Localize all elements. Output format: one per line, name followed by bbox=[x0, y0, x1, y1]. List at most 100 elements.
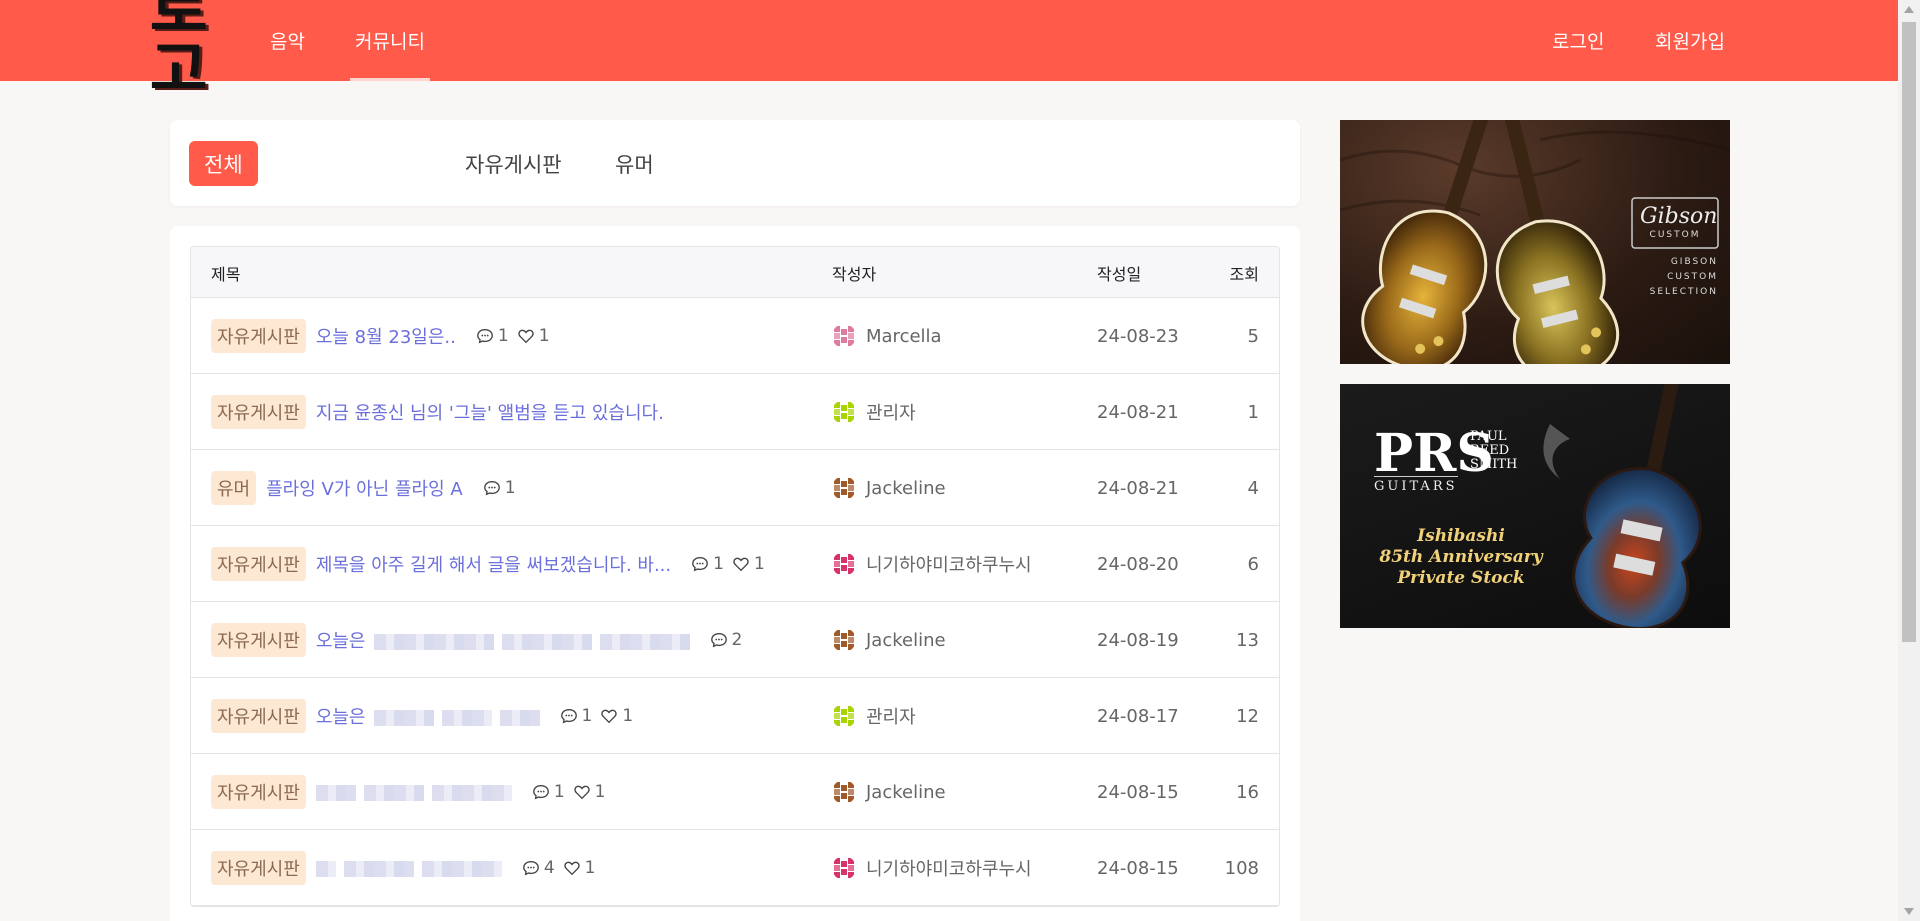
author-cell[interactable]: Jackeline bbox=[832, 450, 946, 526]
category-badge[interactable]: 자유게시판 bbox=[211, 775, 306, 809]
table-body: 자유게시판 오늘 8월 23일은.. 1 1 Marcella 24-08-23 5 자유게시… bbox=[191, 298, 1279, 906]
table-row[interactable]: 자유게시판 1 1 Jackeline 24-08-15 16 bbox=[191, 754, 1279, 830]
author-cell[interactable]: 니기하야미코하쿠누시 bbox=[832, 830, 1032, 906]
post-meta: 11 bbox=[532, 782, 614, 802]
author-name: 니기하야미코하쿠누시 bbox=[866, 555, 1032, 576]
author-cell[interactable]: Jackeline bbox=[832, 602, 946, 678]
comment-count: 1 bbox=[691, 554, 724, 574]
author-cell[interactable]: Marcella bbox=[832, 298, 942, 374]
table-row[interactable]: 유머 플라잉 V가 아닌 플라잉 A 1 Jackeline 24-08-21 4 bbox=[191, 450, 1279, 526]
redacted-text bbox=[343, 860, 414, 877]
post-title-cell: 자유게시판 1 1 bbox=[211, 754, 613, 830]
table-row[interactable]: 자유게시판 오늘은 1 1 관리자 24-08-17 12 bbox=[191, 678, 1279, 754]
post-title-link[interactable]: 제목을 아주 길게 해서 글을 써보겠습니다. 바... bbox=[316, 551, 671, 577]
views-cell: 5 bbox=[1247, 325, 1259, 347]
views-cell: 1 bbox=[1247, 401, 1259, 423]
gibson-ad-banner[interactable]: Gibson CUSTOM GIBSON CUSTOM SELECTION bbox=[1340, 120, 1730, 364]
category-badge[interactable]: 자유게시판 bbox=[211, 395, 306, 429]
date-cell: 24-08-17 bbox=[1097, 705, 1179, 727]
header-author: 작성자 bbox=[832, 264, 877, 284]
table-row[interactable]: 자유게시판 지금 윤종신 님의 '그늘' 앨범을 듣고 있습니다. 관리자 24-08… bbox=[191, 374, 1279, 450]
views-cell: 108 bbox=[1224, 857, 1259, 879]
tab-humor[interactable]: 유머 bbox=[615, 141, 654, 186]
date-cell: 24-08-23 bbox=[1097, 325, 1179, 347]
comment-count: 1 bbox=[560, 706, 592, 726]
post-meta: 1 bbox=[483, 478, 524, 498]
gibson-selection-text: GIBSON CUSTOM SELECTION bbox=[1649, 257, 1718, 297]
redacted-text bbox=[421, 860, 502, 877]
post-title-cell: 유머 플라잉 V가 아닌 플라잉 A 1 bbox=[211, 450, 524, 526]
views-cell: 13 bbox=[1236, 629, 1259, 651]
signup-link[interactable]: 회원가입 bbox=[1655, 0, 1725, 81]
author-cell[interactable]: Jackeline bbox=[832, 754, 946, 830]
table-row[interactable]: 자유게시판 오늘은 2 Jackeline 24-08-19 13 bbox=[191, 602, 1279, 678]
scroll-up-arrow[interactable] bbox=[1904, 6, 1914, 13]
post-title-link[interactable]: 오늘은 bbox=[316, 627, 690, 653]
login-link[interactable]: 로그인 bbox=[1552, 0, 1604, 81]
tab-all[interactable]: 전체 bbox=[189, 141, 258, 186]
post-title-link[interactable]: 지금 윤종신 님의 '그늘' 앨범을 듣고 있습니다. bbox=[316, 399, 664, 425]
author-avatar bbox=[834, 326, 854, 346]
date-cell: 24-08-21 bbox=[1097, 401, 1179, 423]
views-cell: 12 bbox=[1236, 705, 1259, 727]
site-logo[interactable]: 로고 bbox=[150, 0, 242, 100]
post-title-cell: 자유게시판 오늘은 2 bbox=[211, 602, 750, 678]
post-title-cell: 자유게시판 제목을 아주 길게 해서 글을 써보겠습니다. 바... 1 1 bbox=[211, 526, 773, 602]
post-meta: 11 bbox=[476, 326, 558, 346]
date-cell: 24-08-20 bbox=[1097, 553, 1179, 575]
scroll-down-arrow[interactable] bbox=[1904, 908, 1914, 915]
author-avatar bbox=[834, 478, 854, 498]
comment-icon bbox=[522, 861, 539, 876]
comment-count: 4 bbox=[522, 858, 555, 878]
gibson-ad-image bbox=[1340, 120, 1730, 364]
board-tabs: 전체 자유게시판 유머 bbox=[170, 120, 1300, 206]
category-badge[interactable]: 유머 bbox=[211, 471, 257, 505]
prs-ad-banner[interactable]: PRS PAUL REED SMITH GUITARS Ishibashi 85… bbox=[1340, 384, 1730, 628]
date-cell: 24-08-19 bbox=[1097, 629, 1179, 651]
post-title-cell: 자유게시판 지금 윤종신 님의 '그늘' 앨범을 듣고 있습니다. bbox=[211, 374, 664, 450]
like-count: 1 bbox=[573, 782, 605, 802]
post-title-link[interactable]: 오늘은 bbox=[316, 703, 540, 729]
post-table: 제목 작성자 작성일 조회 자유게시판 오늘 8월 23일은.. 1 1 Marcell… bbox=[190, 246, 1280, 907]
header-date: 작성일 bbox=[1097, 264, 1142, 284]
top-header: 로고 음악 커뮤니티 로그인 회원가입 bbox=[0, 0, 1898, 100]
post-title-link[interactable]: 오늘 8월 23일은.. bbox=[316, 323, 456, 349]
prs-guitars-label: GUITARS bbox=[1374, 476, 1458, 494]
redacted-text bbox=[441, 710, 492, 726]
comment-icon bbox=[560, 709, 577, 724]
category-badge[interactable]: 자유게시판 bbox=[211, 851, 306, 885]
post-title-link[interactable] bbox=[315, 782, 512, 803]
date-cell: 24-08-21 bbox=[1097, 477, 1179, 499]
page-scrollbar[interactable] bbox=[1898, 0, 1920, 921]
post-title-link[interactable]: 플라잉 V가 아닌 플라잉 A bbox=[266, 475, 463, 501]
views-cell: 6 bbox=[1247, 553, 1259, 575]
author-name: Marcella bbox=[866, 325, 942, 347]
redacted-text bbox=[363, 784, 424, 801]
post-meta: 11 bbox=[691, 554, 773, 574]
heart-icon bbox=[518, 329, 534, 344]
tab-free-board[interactable]: 자유게시판 bbox=[465, 141, 562, 186]
author-cell[interactable]: 니기하야미코하쿠누시 bbox=[832, 526, 1032, 602]
category-badge[interactable]: 자유게시판 bbox=[211, 547, 306, 581]
post-title-cell: 자유게시판 오늘 8월 23일은.. 1 1 bbox=[211, 298, 558, 374]
category-badge[interactable]: 자유게시판 bbox=[211, 623, 306, 657]
redacted-text bbox=[315, 860, 336, 877]
comment-count: 1 bbox=[532, 782, 565, 802]
category-badge[interactable]: 자유게시판 bbox=[211, 319, 306, 353]
post-meta: 2 bbox=[710, 630, 751, 650]
table-row[interactable]: 자유게시판 4 1 니기하야미코하쿠누시 24-08-15 108 bbox=[191, 830, 1279, 906]
scrollbar-thumb[interactable] bbox=[1902, 22, 1916, 642]
table-row[interactable]: 자유게시판 오늘 8월 23일은.. 1 1 Marcella 24-08-23 5 bbox=[191, 298, 1279, 374]
author-cell[interactable]: 관리자 bbox=[832, 678, 916, 754]
gibson-logo: Gibson bbox=[1640, 204, 1718, 229]
post-title-link[interactable] bbox=[315, 858, 502, 879]
redacted-text bbox=[599, 634, 690, 650]
nav-community[interactable]: 커뮤니티 bbox=[350, 0, 430, 81]
category-badge[interactable]: 자유게시판 bbox=[211, 699, 306, 733]
table-row[interactable]: 자유게시판 제목을 아주 길게 해서 글을 써보겠습니다. 바... 1 1 니기하야미… bbox=[191, 526, 1279, 602]
prs-tagline: Ishibashi 85th Anniversary Private Stock bbox=[1379, 526, 1543, 588]
header-views: 조회 bbox=[1229, 264, 1259, 284]
nav-music[interactable]: 음악 bbox=[270, 0, 305, 81]
author-cell[interactable]: 관리자 bbox=[832, 374, 916, 450]
comment-count: 1 bbox=[483, 478, 516, 498]
